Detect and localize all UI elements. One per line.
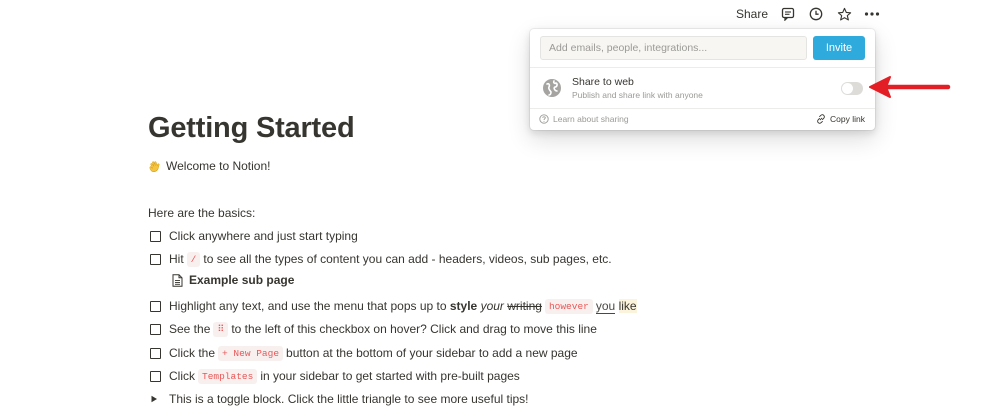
todo-item[interactable]: Click Templates in your sidebar to get s… — [150, 367, 520, 385]
topbar: Share — [736, 4, 880, 24]
share-button[interactable]: Share — [736, 7, 768, 21]
todo-text: in your sidebar to get started with pre-… — [260, 369, 520, 383]
inline-code: however — [544, 298, 593, 314]
todo-text: Click anywhere and just start typing — [169, 229, 358, 243]
basics-heading: Here are the basics: — [148, 206, 256, 220]
inline-code: Templates — [198, 368, 258, 384]
invite-button[interactable]: Invite — [813, 36, 865, 60]
learn-about-sharing-link[interactable]: Learn about sharing — [539, 114, 629, 124]
divider — [530, 108, 875, 109]
copy-link-label: Copy link — [830, 114, 865, 124]
share-to-web-title: Share to web — [572, 75, 634, 88]
divider — [530, 67, 875, 68]
globe-icon — [542, 78, 562, 98]
todo-item[interactable]: See the ⠿ to the left of this checkbox o… — [150, 320, 597, 338]
welcome-line: Welcome to Notion! — [148, 159, 271, 173]
toggle-triangle-icon[interactable] — [150, 395, 158, 403]
link-icon — [817, 114, 825, 124]
red-arrow-annotation — [869, 76, 951, 98]
strikethrough-text: writing — [507, 299, 542, 313]
italic-text: your — [480, 299, 504, 313]
todo-item[interactable]: Highlight any text, and use the menu tha… — [150, 297, 637, 315]
page-title: Getting Started — [148, 112, 355, 144]
invite-row: Invite — [540, 36, 865, 60]
inline-code: / — [186, 251, 201, 267]
checkbox[interactable] — [150, 370, 161, 382]
checkbox[interactable] — [150, 230, 161, 242]
sub-page-link[interactable]: Example sub page — [172, 273, 294, 287]
toggle-text: This is a toggle block. Click the little… — [169, 392, 529, 406]
highlighted-text: like — [618, 299, 637, 313]
more-icon[interactable] — [864, 6, 880, 22]
welcome-text: Welcome to Notion! — [166, 159, 271, 173]
todo-item[interactable]: Hit / to see all the types of content yo… — [150, 250, 612, 268]
inline-code: + New Page — [218, 345, 284, 361]
todo-item[interactable]: Click anywhere and just start typing — [150, 227, 358, 245]
todo-text: See the — [169, 322, 211, 336]
inline-code: ⠿ — [213, 321, 229, 337]
star-icon[interactable] — [836, 6, 852, 22]
clock-icon[interactable] — [808, 6, 824, 22]
checkbox[interactable] — [150, 347, 161, 359]
share-to-web-subtitle: Publish and share link with anyone — [572, 89, 703, 100]
todo-text: Click — [169, 369, 195, 383]
todo-text: to see all the types of content you can … — [203, 252, 612, 266]
bold-text: style — [449, 299, 478, 313]
todo-text: to the left of this checkbox on hover? C… — [231, 322, 597, 336]
share-to-web-row[interactable]: Share to web Publish and share link with… — [542, 74, 865, 102]
copy-link-button[interactable]: Copy link — [816, 114, 865, 124]
share-popup: Invite Share to web Publish and share li… — [530, 29, 875, 130]
help-icon — [539, 114, 549, 124]
checkbox[interactable] — [150, 300, 161, 312]
learn-label: Learn about sharing — [553, 114, 629, 124]
todo-item[interactable]: Click the + New Page button at the botto… — [150, 344, 578, 362]
waving-hand-icon — [149, 160, 160, 172]
todo-text: Click the — [169, 346, 216, 360]
todo-text: button at the bottom of your sidebar to … — [286, 346, 578, 360]
popup-footer: Learn about sharing Copy link — [539, 111, 865, 127]
sub-page-label: Example sub page — [189, 273, 295, 287]
page-icon — [172, 273, 183, 287]
todo-text: Hit — [169, 252, 184, 266]
checkbox[interactable] — [150, 323, 161, 335]
email-input[interactable] — [540, 36, 807, 60]
checkbox[interactable] — [150, 253, 161, 265]
share-to-web-toggle[interactable] — [841, 81, 863, 95]
toggle-block[interactable]: This is a toggle block. Click the little… — [150, 390, 529, 408]
underlined-text: you — [595, 298, 616, 314]
comment-icon[interactable] — [780, 6, 796, 22]
todo-text: Highlight any text, and use the menu tha… — [169, 299, 447, 313]
